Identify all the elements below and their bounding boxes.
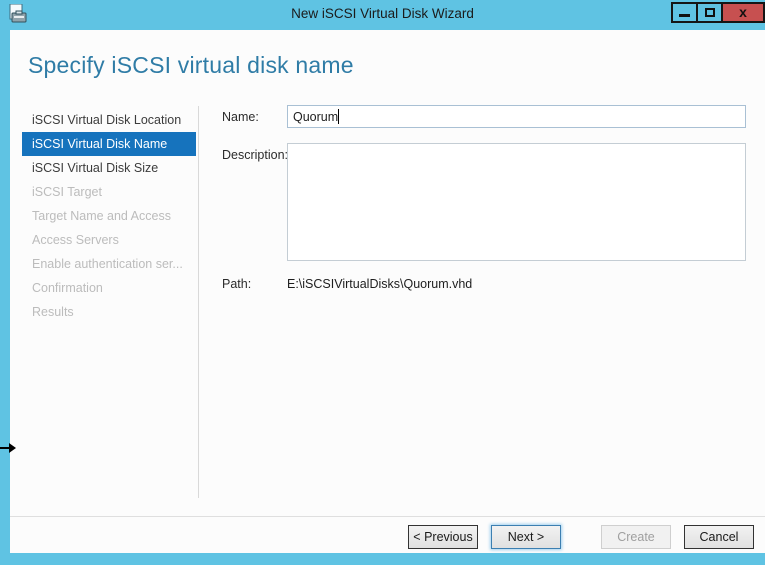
cancel-button[interactable]: Cancel [684,525,754,549]
close-button[interactable]: x [721,2,765,23]
create-button: Create [601,525,671,549]
close-icon: x [739,4,747,20]
window-title: New iSCSI Virtual Disk Wizard [291,6,474,21]
page-title: Specify iSCSI virtual disk name [28,52,354,78]
description-label: Description: [222,148,288,162]
sidebar-item-iscsi-target: iSCSI Target [32,185,102,199]
sidebar-item-access-servers: Access Servers [32,233,119,247]
next-button[interactable]: Next > [491,525,561,549]
cursor-arrow-icon [0,440,18,456]
footer-buttons: < Previous Next > Create Cancel [408,525,754,549]
wizard-content: Specify iSCSI virtual disk name iSCSI Vi… [10,30,765,553]
sidebar-item-disk-size[interactable]: iSCSI Virtual Disk Size [22,156,196,180]
maximize-button[interactable] [696,2,723,23]
name-label: Name: [222,110,259,124]
path-label: Path: [222,277,252,291]
text-caret [338,109,339,124]
sidebar-item-confirmation: Confirmation [32,281,103,295]
minimize-icon [679,14,690,17]
name-input[interactable] [287,105,746,128]
title-bar: New iSCSI Virtual Disk Wizard x [0,0,765,30]
name-field-wrap [287,105,746,128]
path-value: E:\iSCSIVirtualDisks\Quorum.vhd [287,277,473,291]
sidebar-item-disk-name[interactable]: iSCSI Virtual Disk Name [22,132,196,156]
window-border-bottom [0,553,765,565]
sidebar-item-disk-location[interactable]: iSCSI Virtual Disk Location [22,108,196,132]
maximize-icon [704,8,715,17]
minimize-button[interactable] [671,2,698,23]
window-border-left [0,30,10,565]
sidebar-item-target-name-access: Target Name and Access [32,209,171,223]
previous-button[interactable]: < Previous [408,525,478,549]
footer-divider [10,516,765,517]
sidebar-item-results: Results [32,305,74,319]
window-controls: x [671,2,765,23]
sidebar-divider [198,106,199,498]
wizard-window: { "window": { "title": "New iSCSI Virtua… [0,0,765,565]
wizard-step-list: iSCSI Virtual Disk Location iSCSI Virtua… [22,108,196,324]
sidebar-item-enable-authentication: Enable authentication ser... [32,257,183,271]
description-textarea[interactable] [287,143,746,261]
